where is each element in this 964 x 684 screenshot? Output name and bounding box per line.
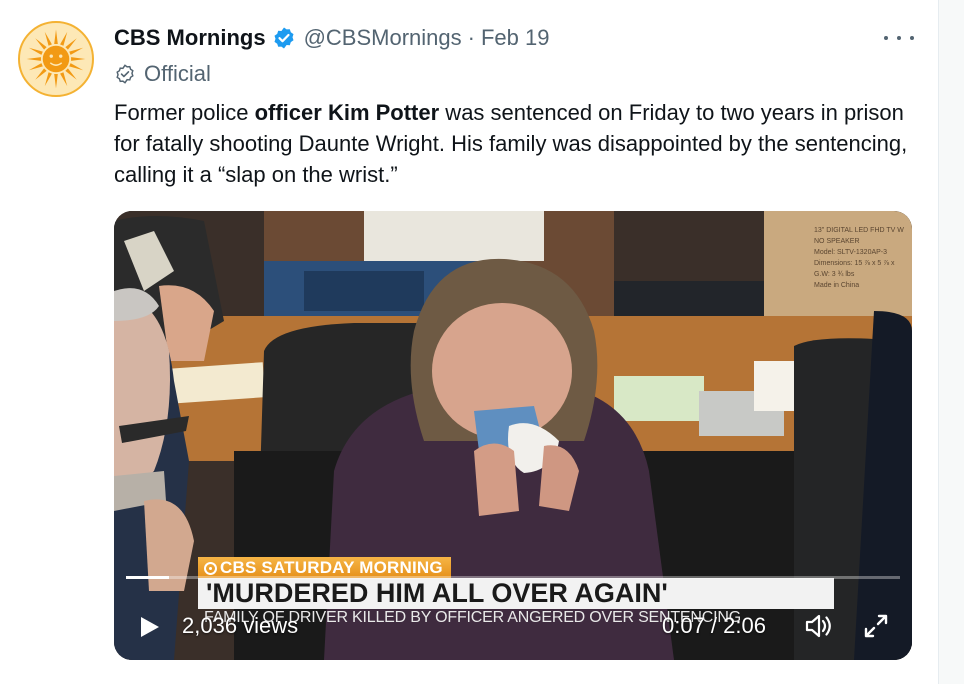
box-label-line: NO SPEAKER [814,238,860,245]
headline-banner: 'MURDERED HIM ALL OVER AGAIN' [198,578,834,609]
tweet-text-bold: officer Kim Potter [254,100,440,125]
official-badge-icon [116,64,134,84]
box-label-line: G.W: 3 ¾ lbs [814,271,855,278]
tweet-text-start: Former police [114,100,255,125]
video-player[interactable]: 13" DIGITAL LED FHD TV W NO SPEAKER Mode… [114,211,912,660]
verified-badge-icon [272,26,296,50]
tweet-header: CBS Mornings @CBSMornings · Feb 19 [114,23,549,53]
box-label-line: Model: SLTV-1320AP-3 [814,249,888,256]
handle[interactable]: @CBSMornings [304,25,462,51]
video-time: 0:07 / 2:06 [662,613,766,638]
box-label: 13" DIGITAL LED FHD TV W NO SPEAKER Mode… [814,225,910,291]
video-progress-fill [126,576,170,579]
tweet-date[interactable]: Feb 19 [481,25,550,51]
play-icon[interactable] [136,614,162,640]
volume-icon[interactable] [804,612,834,640]
avatar[interactable] [18,21,94,97]
box-label-line: Dimensions: 15 ⅞ x 5 ⅞ x [814,260,895,267]
box-label-line: 13" DIGITAL LED FHD TV W [814,227,904,234]
fullscreen-icon[interactable] [862,612,890,640]
cbs-eye-icon [204,561,217,575]
tweet-text: Former police officer Kim Potter was sen… [114,97,914,190]
cbs-sun-logo-icon [21,24,91,94]
box-label-line: Made in China [814,282,860,289]
tweet-card[interactable]: CBS Mornings @CBSMornings · Feb 19 Offic… [0,0,939,684]
view-count: 2,036 views [182,613,299,638]
more-options-icon[interactable] [884,28,914,48]
official-label: Official [114,61,211,87]
official-text: Official [144,61,211,86]
separator-dot: · [467,25,475,50]
display-name[interactable]: CBS Mornings [114,25,266,51]
video-progress-bar[interactable] [126,576,900,579]
